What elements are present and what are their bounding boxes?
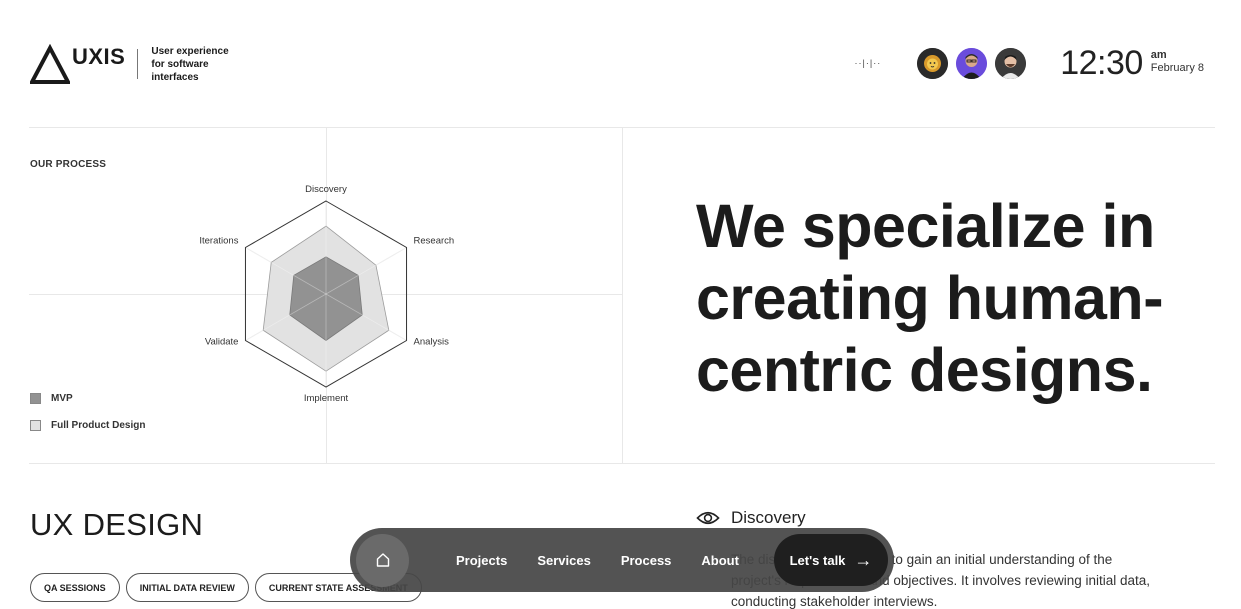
radar-axis-label: Research [414,236,455,247]
lets-talk-button[interactable]: Let's talk → [774,534,888,586]
nav-about[interactable]: About [701,553,739,568]
avatar-person-dark[interactable] [995,47,1027,79]
floating-nav-bar: Projects Services Process About Let's ta… [350,528,894,592]
legend-item-mvp: MVP [30,391,145,405]
clock-ampm: am [1150,49,1167,61]
hero-line: centric designs. [696,336,1153,404]
nav-services[interactable]: Services [537,553,591,568]
triangle-logo-icon [30,44,70,84]
section-label: OUR PROCESS [30,159,107,170]
divider [29,463,1215,464]
person-icon [956,47,988,79]
discovery-title: Discovery [731,508,806,527]
clock-date: am February 8 [1151,49,1204,75]
legend-label: MVP [51,392,73,404]
avatar-lion[interactable] [917,47,949,79]
chart-legend: MVP Full Product Design [30,391,145,445]
avatar-person-purple[interactable] [956,47,988,79]
radar-axis-label: Implement [304,393,349,404]
nav-projects[interactable]: Projects [456,553,507,568]
arrow-right-icon: → [854,549,873,570]
tagline-line: User experience [151,45,229,57]
hero-heading: We specialize in creating human- centric… [696,190,1216,406]
hero-line: We specialize in [696,192,1155,260]
chip-qa-sessions[interactable]: QA SESSIONS [30,573,120,602]
description-line: conducting stakeholder interviews. [731,594,938,609]
nav-links: Projects Services Process About [456,553,769,568]
clock-time: 12:30 [1060,43,1143,82]
clock-date-text: February 8 [1150,62,1204,74]
home-icon [376,553,389,567]
radar-axis-label: Iterations [199,236,238,247]
section-title: UX DESIGN [30,507,204,542]
brand-tagline: User experience for software interfaces [151,45,251,84]
home-button[interactable] [356,533,409,587]
legend-label: Full Product Design [51,419,146,431]
lion-icon [917,47,949,79]
legend-swatch-mvp [30,392,41,404]
tagline-line: for software [151,58,209,70]
divider [622,127,623,463]
person-icon [995,47,1027,79]
cta-label: Let's talk [789,552,846,568]
legend-swatch-full [30,419,41,431]
header-right: ··|·|·· 12:30 am February 8 [855,44,1204,82]
radar-chart: Discovery Research Analysis Implement Valida… [199,185,455,404]
radar-axis-label: Validate [205,337,239,348]
radar-axis-label: Discovery [305,185,347,195]
brand-logo[interactable]: UXIS User experience for software interf… [30,44,251,84]
audio-wave-icon[interactable]: ··|·|·· [855,58,882,68]
logo-divider [137,49,139,79]
hero-line: creating human- [696,264,1164,332]
legend-item-full-product: Full Product Design [30,418,145,432]
eye-icon [696,511,720,525]
tagline-line: interfaces [151,71,199,83]
radar-axis-label: Analysis [414,337,450,348]
discovery-heading: Discovery [696,508,806,528]
chip-initial-data-review[interactable]: INITIAL DATA REVIEW [125,573,249,602]
brand-name: UXIS [72,44,126,69]
nav-process[interactable]: Process [621,553,672,568]
avatar-group [917,47,1027,79]
